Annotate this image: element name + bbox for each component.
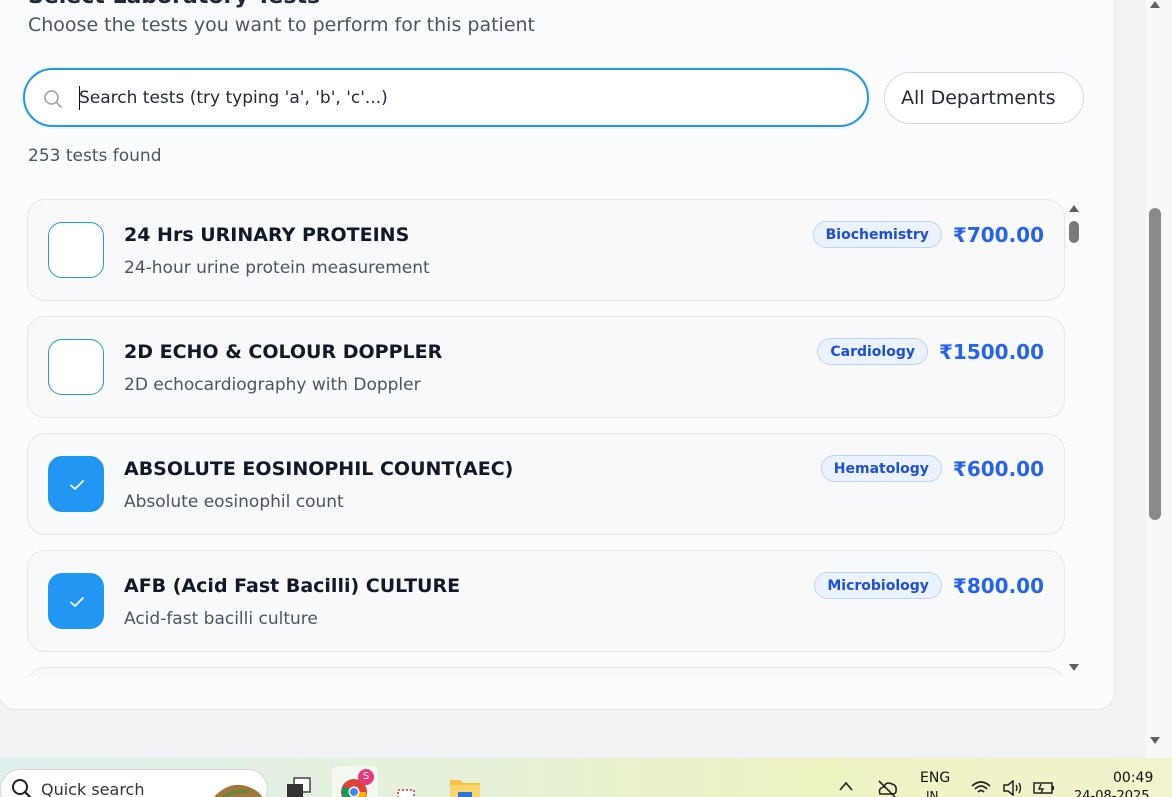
test-name: AFB (Acid Fast Bacilli) CULTURE (124, 575, 461, 597)
scroll-down-arrow-icon (1069, 664, 1079, 671)
scroll-down-arrow-icon (1150, 737, 1160, 744)
page: Select Laboratory Tests Choose the tests… (0, 0, 1146, 758)
test-name: 24 Hrs URINARY PROTEINS (124, 224, 410, 246)
department-badge: Cardiology (817, 338, 928, 365)
test-checkbox[interactable] (48, 222, 104, 278)
page-scrollbar[interactable] (1146, 0, 1172, 758)
department-badge: Hematology (820, 455, 942, 482)
results-count: 253 tests found (28, 146, 162, 166)
test-list-scrollbar[interactable] (1067, 203, 1081, 677)
onedrive-sync-icon[interactable] (876, 778, 898, 797)
test-item[interactable]: 24 Hrs URINARY PROTEINS 24-hour urine pr… (27, 199, 1065, 301)
test-checkbox[interactable] (48, 339, 104, 395)
test-price: ₹1500.00 (938, 339, 1044, 364)
test-name: ABSOLUTE EOSINOPHIL COUNT(AEC) (124, 458, 514, 480)
file-explorer-icon[interactable] (448, 774, 482, 797)
search-highlight-icon (214, 784, 263, 797)
check-icon (70, 597, 84, 607)
test-item-partial[interactable] (27, 667, 1065, 677)
test-description: 24-hour urine protein measurement (124, 258, 430, 278)
taskbar: Quick search S ENG IN 00:49 24-08-2025 (0, 758, 1172, 797)
department-badge: Microbiology (814, 572, 942, 599)
chrome-taskbar-button[interactable]: S (332, 766, 378, 797)
test-item[interactable]: AFB (Acid Fast Bacilli) CULTURE Acid-fas… (27, 550, 1065, 652)
scroll-up-arrow-icon (1069, 205, 1079, 212)
text-caret (79, 86, 80, 110)
test-item[interactable]: 2D ECHO & COLOUR DOPPLER 2D echocardiogr… (27, 316, 1065, 418)
search-icon (43, 89, 63, 109)
department-filter-select[interactable]: All Departments (884, 72, 1084, 124)
department-badge: Biochemistry (812, 221, 942, 248)
task-view-icon[interactable] (285, 776, 315, 797)
chevron-up-icon[interactable] (838, 780, 854, 792)
test-list[interactable]: 24 Hrs URINARY PROTEINS 24-hour urine pr… (27, 199, 1067, 677)
wifi-icon[interactable] (970, 780, 992, 796)
battery-icon[interactable] (1032, 780, 1056, 796)
chrome-profile-badge: S (358, 769, 374, 785)
page-title: Select Laboratory Tests (28, 0, 320, 9)
search-icon (12, 779, 32, 797)
language-indicator[interactable]: ENG (920, 770, 950, 786)
check-icon (70, 480, 84, 490)
test-checkbox-checked[interactable] (48, 573, 104, 629)
test-description: Acid-fast bacilli culture (124, 609, 318, 629)
department-filter-value: All Departments (901, 87, 1056, 109)
test-price: ₹800.00 (952, 573, 1044, 598)
search-input[interactable] (79, 80, 839, 116)
volume-icon[interactable] (1002, 780, 1024, 796)
test-description: Absolute eosinophil count (124, 492, 344, 512)
test-price: ₹600.00 (952, 456, 1044, 481)
taskbar-search[interactable]: Quick search (0, 769, 268, 797)
language-indicator-sub: IN (926, 789, 939, 797)
page-subtitle: Choose the tests you want to perform for… (28, 14, 535, 36)
app-icon[interactable] (396, 788, 416, 797)
test-price: ₹700.00 (952, 222, 1044, 247)
test-description: 2D echocardiography with Doppler (124, 375, 421, 395)
test-item[interactable]: ABSOLUTE EOSINOPHIL COUNT(AEC) Absolute … (27, 433, 1065, 535)
test-name: 2D ECHO & COLOUR DOPPLER (124, 341, 443, 363)
test-checkbox-checked[interactable] (48, 456, 104, 512)
page-scroll-thumb[interactable] (1149, 208, 1161, 520)
clock-time[interactable]: 00:49 (1113, 770, 1153, 786)
search-box[interactable] (23, 68, 869, 127)
scroll-up-arrow-icon (1150, 1, 1160, 8)
clock-date[interactable]: 24-08-2025 (1074, 789, 1150, 797)
test-list-scroll-thumb[interactable] (1069, 221, 1079, 243)
taskbar-search-label: Quick search (41, 780, 145, 797)
